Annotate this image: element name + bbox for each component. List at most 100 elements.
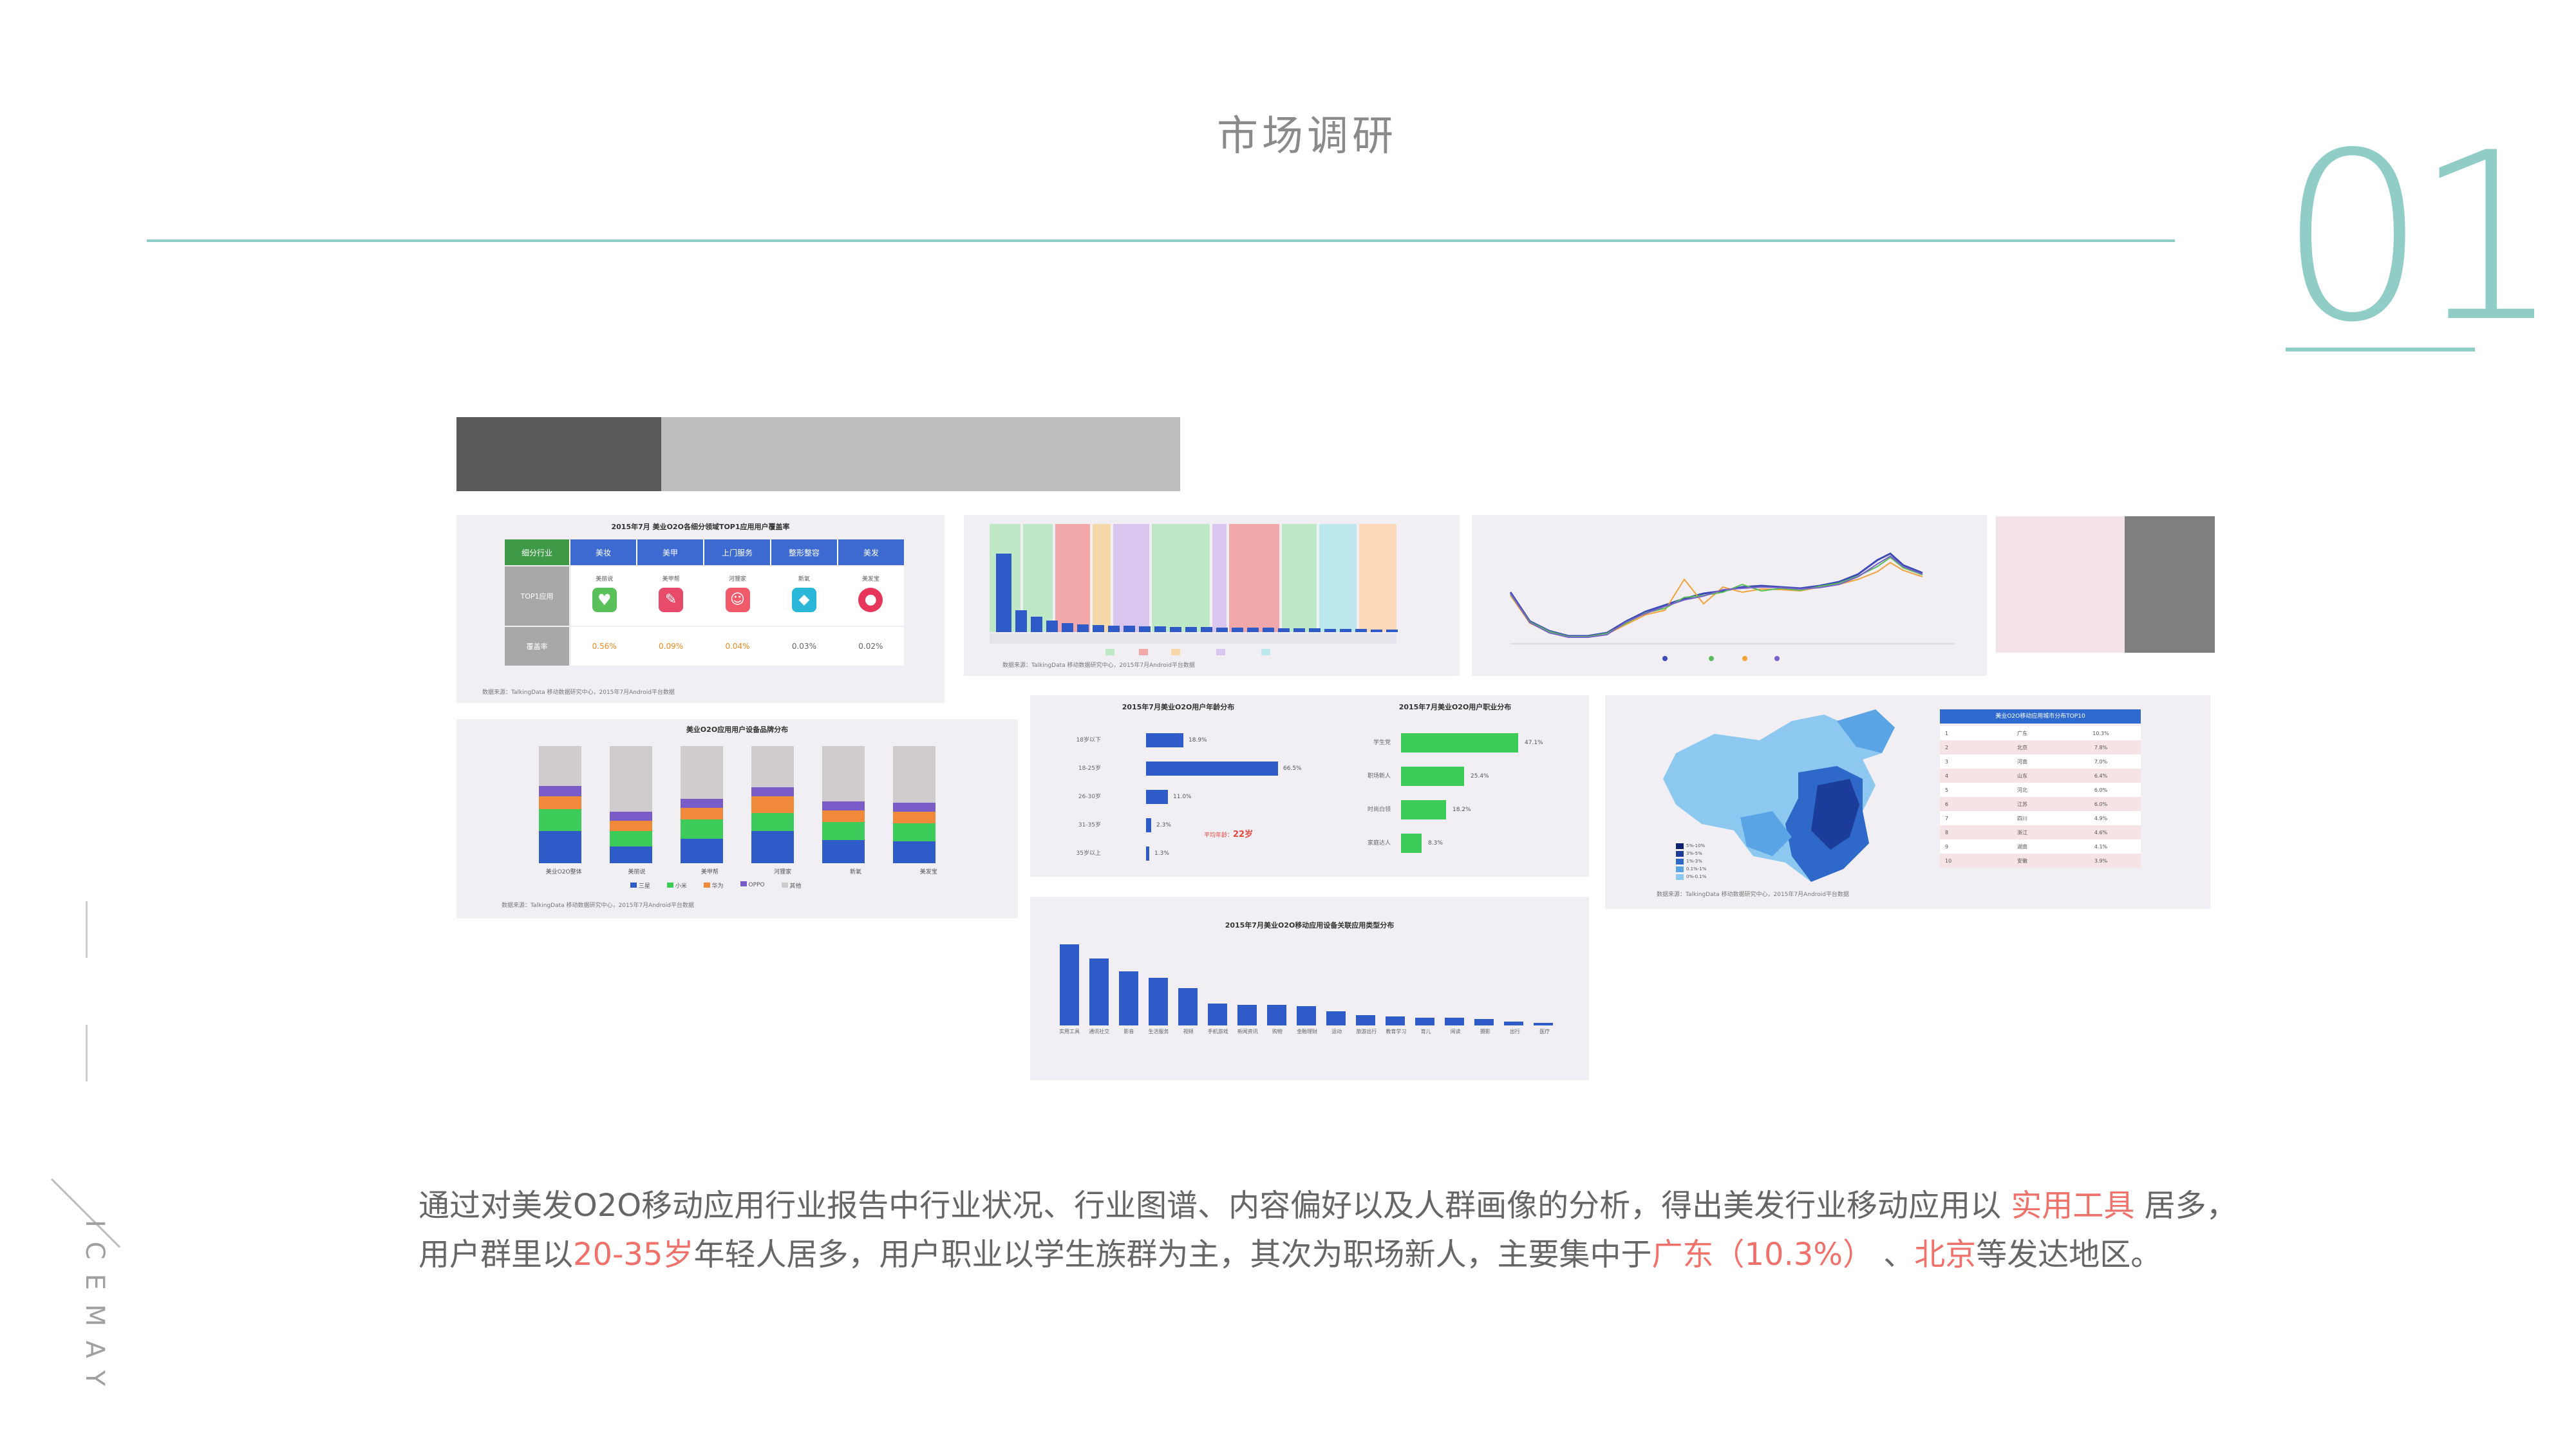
text-segment: 等发达地区。 — [1976, 1237, 2162, 1273]
axis-label: 职场新人 — [1367, 773, 1391, 780]
row-province: 山东 — [2017, 772, 2027, 779]
occupation-bar — [1401, 733, 1518, 753]
screenshot-top1-coverage: 2015年7月 美业O2O各细分领域TOP1应用用户覆盖率 细分行业 美妆 美甲… — [456, 515, 945, 703]
app-icon: ♥ — [592, 588, 617, 612]
header-cell: 上门服务 — [703, 539, 770, 565]
header-cell: 整形整容 — [770, 539, 837, 565]
header-cell: 美发 — [837, 539, 904, 565]
coverage-value: 0.04% — [725, 642, 750, 651]
axis-label: 美发宝 — [919, 869, 937, 875]
screenshot-related-apps: 2015年7月美业O2O移动应用设备关联应用类型分布 实用工具 通讯社交 影音 … — [1030, 897, 1589, 1080]
axis-label: 生活服务 — [1148, 1029, 1169, 1034]
row-rank: 10 — [1945, 857, 1952, 864]
row-rank: 4 — [1945, 772, 1949, 779]
screenshot-category-bars: 数据来源：TalkingData 移动数据研究中心，2015年7月Android… — [964, 515, 1460, 676]
avg-age: 平均年龄：22岁 — [1204, 827, 1253, 839]
bar-label: 18.2% — [1453, 807, 1471, 813]
axis-label: 育儿 — [1420, 1029, 1431, 1034]
bar-label: 18.9% — [1189, 737, 1207, 743]
bar-label: 11.0% — [1173, 794, 1192, 800]
left-decor-line — [86, 1025, 88, 1081]
text-segment: 年轻人居多，用户职业以学生族群为主，其次为职场新人，主要集中于 — [693, 1237, 1652, 1273]
category-axis: 美业O2O整体 美丽说 美甲帮 河狸家 新氧 美发宝 — [527, 867, 965, 875]
row-province: 安徽 — [2017, 857, 2027, 864]
header-cell: 美甲 — [636, 539, 703, 565]
row-rank: 5 — [1945, 787, 1949, 793]
coverage-value: 0.09% — [659, 642, 684, 651]
bar-label: 66.5% — [1283, 765, 1302, 772]
legend-item: OPPO — [748, 882, 765, 888]
bar-label: 47.1% — [1525, 740, 1543, 746]
axis-label: 阅读 — [1450, 1029, 1461, 1034]
table-row: 9 湖南 4.1% — [1940, 839, 2141, 854]
row-rank: 1 — [1945, 730, 1949, 736]
age-bar — [1146, 762, 1278, 776]
app-icon: ◆ — [791, 588, 816, 612]
axis-label: 河狸家 — [774, 869, 792, 875]
row-province: 河北 — [2017, 787, 2027, 793]
legend-item: 0%-0.1% — [1686, 874, 1707, 879]
screenshot-age-occupation: 2015年7月美业O2O用户年龄分布 2015年7月美业O2O用户职业分布 18… — [1030, 695, 1589, 877]
decor-bar-dark — [456, 417, 661, 491]
row-share: 4.9% — [2094, 815, 2108, 821]
header-divider — [147, 239, 2175, 242]
bar-label: 2.3% — [1156, 822, 1171, 828]
table-row: 4 山东 6.4% — [1940, 769, 2141, 783]
map-legend: 5%-10% 3%-5% 1%-3% 0.1%-1% 0%-0.1% — [1686, 842, 1706, 881]
axis-label: 美丽说 — [628, 869, 646, 875]
axis-label: 实用工具 — [1059, 1029, 1080, 1034]
axis-label: 家庭达人 — [1367, 840, 1391, 846]
bar-label: 8.3% — [1428, 840, 1443, 846]
legend-item: 1%-3% — [1686, 859, 1702, 864]
row-rank: 9 — [1945, 843, 1949, 850]
axis-label: 31-35岁 — [1078, 822, 1101, 828]
row-share: 4.1% — [2094, 843, 2108, 850]
axis-label: 视频 — [1183, 1029, 1194, 1034]
line-trend-graphic — [1509, 552, 1955, 661]
table-row: 10 安徽 3.9% — [1940, 854, 2141, 868]
decor-pink-block — [1996, 516, 2125, 653]
row-share: 7.8% — [2094, 744, 2108, 751]
panel-title: 2015年7月美业O2O用户职业分布 — [1398, 703, 1512, 711]
screenshot-device-brand: 美业O2O应用用户设备品牌分布 美业O2O整体 美丽说 美甲帮 河狸家 新氧 美… — [456, 719, 1018, 919]
screenshot-line-trend — [1472, 515, 1987, 676]
avg-age-label: 平均年龄： — [1204, 832, 1234, 839]
category-bars-graphic — [990, 524, 1398, 655]
row-province: 湖南 — [2017, 843, 2027, 850]
bar-label: 25.4% — [1471, 773, 1489, 780]
table-row: 1 广东 10.3% — [1940, 726, 2141, 740]
axis-label: 35岁以上 — [1076, 850, 1101, 857]
row-share: 4.6% — [2094, 829, 2108, 836]
axis-label: 26-30岁 — [1078, 794, 1101, 800]
left-decor-line — [86, 901, 88, 958]
highlight-text: 北京 — [1914, 1237, 1977, 1273]
chart-legend: 三星 小米 华为 OPPO 其他 — [630, 881, 801, 890]
section-number: 01 — [2279, 103, 2561, 373]
legend-item: 3%-5% — [1686, 851, 1702, 856]
axis-label: 美甲帮 — [700, 869, 719, 875]
row-rank: 8 — [1945, 829, 1949, 836]
axis-label: 影音 — [1123, 1029, 1134, 1034]
panel-title: 2015年7月美业O2O用户年龄分布 — [1122, 703, 1235, 711]
age-bar — [1146, 790, 1168, 804]
legend-item: 三星 — [638, 883, 650, 890]
legend-item: 0.1%-1% — [1686, 866, 1707, 872]
row-province: 河南 — [2017, 758, 2027, 765]
row-share: 6.0% — [2094, 787, 2108, 793]
age-axis: 18岁以下 18-25岁 26-30岁 31-35岁 35岁以上 — [1049, 726, 1101, 868]
row-province: 北京 — [2017, 744, 2027, 751]
table-header: 细分行业 美妆 美甲 上门服务 整形整容 美发 — [505, 539, 904, 565]
text-segment: 通过对美发O2O移动应用行业报告中行业状况、行业图谱、内容偏好以及人群画像的分析… — [418, 1188, 2002, 1224]
row-rank: 6 — [1945, 801, 1949, 807]
row-share: 3.9% — [2094, 857, 2108, 864]
axis-label: 学生党 — [1373, 740, 1391, 746]
occupation-axis: 学生党 职场新人 时尚白领 家庭达人 — [1346, 726, 1391, 860]
coverage-value: 0.56% — [592, 642, 617, 651]
app-icon: ● — [858, 588, 883, 612]
app-name: 河狸家 — [729, 576, 747, 583]
highlight-text: 实用工具 — [2001, 1188, 2135, 1224]
avg-age-value: 22岁 — [1233, 830, 1254, 839]
decor-gray-block — [2125, 516, 2215, 653]
occupation-bar — [1401, 834, 1422, 853]
panel-title: 2015年7月 美业O2O各细分领域TOP1应用用户覆盖率 — [611, 523, 790, 531]
